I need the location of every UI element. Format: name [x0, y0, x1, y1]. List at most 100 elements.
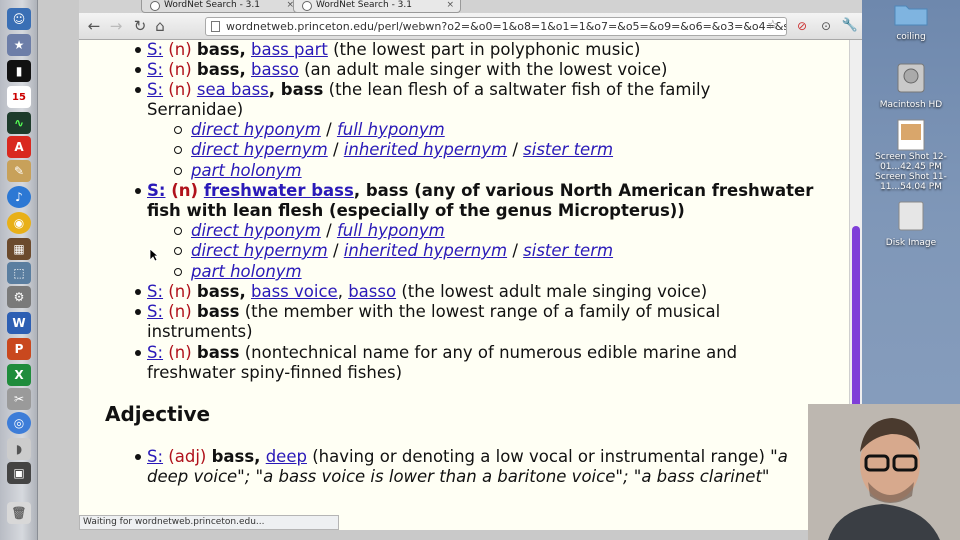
desktop-item-screenshot-1[interactable]: Screen Shot 12-01...42.45 PM	[862, 118, 960, 172]
circle-bullet	[174, 268, 182, 276]
utility-icon[interactable]: ✂	[7, 388, 31, 410]
sense-s-link[interactable]: S:	[147, 60, 163, 79]
tab-wordnet-2[interactable]: WordNet Search - 3.1 ×	[293, 0, 461, 13]
sense-bass-part: S: (n) bass, bass part (the lowest part …	[147, 40, 641, 59]
launchpad-icon[interactable]: ★	[7, 34, 31, 56]
webcam-overlay	[808, 404, 960, 540]
sense-basso: S: (n) bass, basso (an adult male singer…	[147, 60, 668, 79]
system-preferences-icon[interactable]: ⚙	[7, 286, 31, 308]
bullet	[135, 454, 141, 460]
page-icon	[211, 21, 220, 32]
calendar-icon[interactable]: 15	[7, 86, 31, 108]
safari-icon[interactable]: ◎	[7, 412, 31, 434]
excel-icon[interactable]: X	[7, 364, 31, 386]
close-tab-icon[interactable]: ×	[446, 0, 454, 11]
circle-bullet	[174, 227, 182, 235]
gloss-continuation: instruments)	[147, 322, 253, 341]
powerpoint-icon[interactable]: P	[7, 338, 31, 360]
notes-icon[interactable]: ✎	[7, 160, 31, 182]
sense-s-link[interactable]: S:	[147, 282, 163, 301]
preview-icon[interactable]: ⬚	[7, 262, 31, 284]
example-sentences: deep voice"; "a bass voice is lower than…	[147, 467, 770, 486]
mouse-cursor-icon	[149, 248, 159, 262]
screenshot-icon	[897, 119, 925, 151]
sense-s-link[interactable]: S:	[147, 181, 165, 200]
bullet	[135, 67, 141, 73]
bullet	[135, 309, 141, 315]
word-link[interactable]: basso	[251, 60, 299, 79]
wrench-menu-icon[interactable]: 🔧	[841, 17, 859, 35]
finder-icon[interactable]: ☺	[7, 8, 31, 30]
word-link[interactable]: sea bass	[197, 80, 269, 99]
presenter-video-icon	[808, 404, 960, 540]
disk-image-icon	[898, 201, 924, 231]
gloss-continuation: freshwater spiny-finned fishes)	[147, 363, 403, 382]
status-bar: Waiting for wordnetweb.princeton.edu...	[79, 515, 339, 530]
relation-row: part holonym	[191, 161, 302, 180]
bullet	[135, 87, 141, 93]
browser-window: WordNet Search - 3.1 × WordNet Search - …	[79, 0, 862, 530]
sense-freshwater-bass: S: (n) freshwater bass, bass (any of var…	[147, 181, 814, 200]
url-bar[interactable]: wordnetweb.princeton.edu/perl/webwn?o2=&…	[205, 17, 787, 36]
gloss-continuation: fish with lean flesh (especially of the …	[147, 201, 685, 220]
pill-icon[interactable]: ◗	[7, 438, 31, 460]
word-link[interactable]: bass part	[251, 40, 328, 59]
wordnet-favicon-icon	[150, 1, 160, 11]
home-icon[interactable]: ⌂	[151, 17, 169, 35]
relation-row: direct hyponym / full hyponym	[191, 221, 445, 240]
relation-row: direct hypernym / inherited hypernym / s…	[191, 140, 614, 159]
sense-s-link[interactable]: S:	[147, 80, 163, 99]
circle-bullet	[174, 146, 182, 154]
word-link[interactable]: bass voice	[251, 282, 338, 301]
circle-bullet	[174, 167, 182, 175]
pdf-reader-icon[interactable]: A	[7, 136, 31, 158]
sense-s-link[interactable]: S:	[147, 40, 163, 59]
activity-monitor-icon[interactable]: ∿	[7, 112, 31, 134]
word-link[interactable]: deep	[266, 447, 307, 466]
wordnet-favicon-icon	[302, 1, 312, 11]
back-icon[interactable]: ←	[85, 17, 103, 35]
sense-bass-fish: S: (n) bass (nontechnical name for any o…	[147, 343, 738, 362]
browser-toolbar: ← → ↻ ⌂ wordnetweb.princeton.edu/perl/we…	[79, 13, 862, 40]
word-link[interactable]: basso	[348, 282, 396, 301]
iphoto-icon[interactable]: ▦	[7, 238, 31, 260]
sense-s-link[interactable]: S:	[147, 302, 163, 321]
bullet	[135, 47, 141, 53]
word-icon[interactable]: W	[7, 312, 31, 334]
desktop-item-screenshot-2[interactable]: Screen Shot 11-11...54.04 PM	[862, 170, 960, 192]
sense-s-link[interactable]: S:	[147, 343, 163, 362]
itunes-icon[interactable]: ♪	[7, 186, 31, 208]
extension-icon[interactable]: ⊘	[793, 17, 811, 35]
chrome-icon[interactable]: ◉	[7, 212, 31, 234]
bookmark-star-icon[interactable]: ☆	[767, 18, 779, 33]
gloss-continuation: Serranidae)	[147, 100, 244, 119]
terminal-icon[interactable]: ▮	[7, 60, 31, 82]
bullet	[135, 188, 141, 194]
page-content: S: (n) bass, bass part (the lowest part …	[79, 40, 849, 530]
trash-icon[interactable]: 🗑	[7, 502, 31, 524]
extension-2-icon[interactable]: ⊙	[817, 17, 835, 35]
forward-icon[interactable]: →	[107, 17, 125, 35]
sense-adj-bass: S: (adj) bass, deep (having or denoting …	[147, 447, 788, 466]
folder-icon	[894, 5, 928, 26]
word-link[interactable]: freshwater bass	[204, 181, 354, 200]
photo-booth-icon[interactable]: ▣	[7, 462, 31, 484]
sense-s-link[interactable]: S:	[147, 447, 163, 466]
sense-bass-instrument: S: (n) bass (the member with the lowest …	[147, 302, 721, 321]
dock: ☺ ★ ▮ 15 ∿ A ✎ ♪ ◉ ▦ ⬚ ⚙ W P X ✂ ◎ ◗ ▣ 🗑	[0, 0, 38, 540]
tab-wordnet-1[interactable]: WordNet Search - 3.1 ×	[141, 0, 301, 13]
circle-bullet	[174, 247, 182, 255]
relation-row: part holonym	[191, 262, 302, 281]
relation-row: direct hypernym / inherited hypernym / s…	[191, 241, 614, 260]
desktop-item-disk-image[interactable]: Disk Image	[862, 198, 960, 248]
hard-drive-icon	[897, 63, 925, 93]
adjective-heading: Adjective	[105, 402, 211, 426]
sense-sea-bass: S: (n) sea bass, bass (the lean flesh of…	[147, 80, 711, 99]
sense-bass-voice: S: (n) bass, bass voice, basso (the lowe…	[147, 282, 708, 301]
desktop-item-macintosh-hd[interactable]: Macintosh HD	[862, 60, 960, 110]
desktop-item-coiling[interactable]: coiling	[862, 0, 960, 42]
reload-icon[interactable]: ↻	[131, 17, 149, 35]
tab-strip: WordNet Search - 3.1 × WordNet Search - …	[79, 0, 862, 13]
bullet	[135, 289, 141, 295]
circle-bullet	[174, 126, 182, 134]
